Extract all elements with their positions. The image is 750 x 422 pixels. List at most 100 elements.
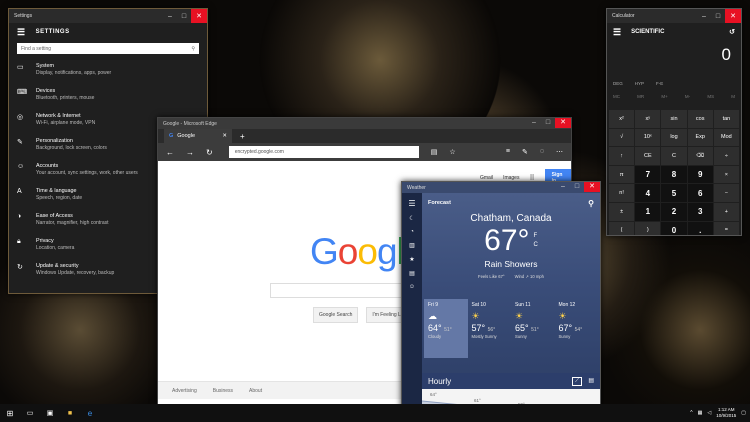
edge-titlebar[interactable]: Google - Microsoft Edge – □ ✕ <box>158 118 571 129</box>
back-icon[interactable]: ← <box>166 148 174 157</box>
search-icon[interactable]: ⚲ <box>588 199 594 208</box>
unit-c-toggle[interactable]: C <box>534 242 538 248</box>
settings-item-devices[interactable]: ⌨ Devices Bluetooth, printers, mouse <box>9 85 207 110</box>
chart-view-icon[interactable]: ⟋ <box>572 376 583 386</box>
deg-button[interactable]: DEG <box>613 81 623 91</box>
volume-icon[interactable]: ◁ <box>707 410 711 416</box>
hyp-button[interactable]: HYP <box>635 81 644 91</box>
close-button[interactable]: ✕ <box>584 182 600 192</box>
calc-key[interactable]: ÷ <box>713 147 739 165</box>
day-card[interactable]: Fri 9 ☁ 64° 51° Cloudy <box>424 299 468 358</box>
footer-about-link[interactable]: About <box>249 388 262 394</box>
day-card[interactable]: Mon 12 ☀ 67° 54° Sunny <box>555 299 599 358</box>
calc-key[interactable]: √ <box>609 128 635 147</box>
calc-key[interactable]: xʸ <box>635 110 661 128</box>
hamburger-icon[interactable]: ☰ <box>408 199 415 208</box>
network-icon[interactable]: ▦ <box>698 410 703 416</box>
list-view-icon[interactable]: ▤ <box>588 377 594 386</box>
day-card[interactable]: Sat 10 ☀ 57° 56° Mostly Sunny <box>468 299 512 358</box>
maximize-button[interactable]: □ <box>541 118 555 128</box>
maps-icon[interactable]: ◔ <box>410 229 414 235</box>
minimize-button[interactable]: – <box>556 182 570 192</box>
store-icon[interactable]: ▣ <box>40 404 60 422</box>
close-button[interactable]: ✕ <box>725 9 741 23</box>
calc-key[interactable]: ) <box>635 221 661 235</box>
settings-titlebar[interactable]: Settings – □ ✕ <box>9 9 207 23</box>
calc-key[interactable]: = <box>713 221 739 235</box>
maximize-button[interactable]: □ <box>711 9 725 23</box>
reading-view-icon[interactable]: ▤ <box>431 148 438 156</box>
start-button[interactable]: ⊞ <box>0 404 20 422</box>
mminus-button[interactable]: M- <box>685 94 690 104</box>
calc-key[interactable]: ( <box>609 221 635 235</box>
calc-key[interactable]: 0 <box>661 221 687 235</box>
calc-key[interactable]: tan <box>713 110 739 128</box>
calc-key[interactable]: 2 <box>661 202 687 221</box>
day-card[interactable]: Sun 11 ☀ 65° 51° Sunny <box>511 299 555 358</box>
mc-button[interactable]: MC <box>613 94 620 104</box>
minimize-button[interactable]: – <box>697 9 711 23</box>
calc-key[interactable]: Mod <box>713 128 739 147</box>
calc-key[interactable]: × <box>713 165 739 184</box>
refresh-icon[interactable]: ↻ <box>206 148 213 157</box>
close-button[interactable]: ✕ <box>191 9 207 23</box>
calc-key[interactable]: Exp <box>687 128 713 147</box>
weather-titlebar[interactable]: Weather – □ ✕ <box>402 182 600 193</box>
calc-key[interactable]: ⌫ <box>687 147 713 165</box>
calc-key[interactable]: n! <box>609 184 635 202</box>
history-icon[interactable]: ↺ <box>729 28 735 36</box>
calc-key[interactable]: 7 <box>635 165 661 184</box>
mlist-button[interactable]: M <box>731 94 735 104</box>
hub-icon[interactable]: ≡ <box>506 148 510 156</box>
new-tab-button[interactable]: + <box>240 132 245 141</box>
calc-key[interactable]: ↑ <box>609 147 635 165</box>
minimize-button[interactable]: – <box>527 118 541 128</box>
mplus-button[interactable]: M+ <box>661 94 667 104</box>
task-view-icon[interactable]: ▭ <box>20 404 40 422</box>
footer-business-link[interactable]: Business <box>213 388 233 394</box>
forward-icon[interactable]: → <box>186 148 194 157</box>
ms-button[interactable]: MS <box>707 94 714 104</box>
calc-key[interactable]: + <box>713 202 739 221</box>
feedback-icon[interactable]: ☺ <box>409 284 415 290</box>
calc-key[interactable]: CE <box>635 147 661 165</box>
calc-key[interactable]: − <box>713 184 739 202</box>
calc-key[interactable]: C <box>661 147 687 165</box>
address-bar[interactable]: encrypted.google.com <box>228 146 419 158</box>
web-note-icon[interactable]: ✎ <box>522 148 528 156</box>
places-icon[interactable]: ★ <box>409 256 414 263</box>
calc-key[interactable]: cos <box>687 110 713 128</box>
close-button[interactable]: ✕ <box>555 118 571 128</box>
historical-icon[interactable]: ▥ <box>409 242 415 249</box>
calc-key[interactable]: x² <box>609 110 635 128</box>
tray-chevron-icon[interactable]: ^ <box>690 410 692 416</box>
maximize-button[interactable]: □ <box>177 9 191 23</box>
minimize-button[interactable]: – <box>163 9 177 23</box>
calc-key[interactable]: 5 <box>661 184 687 202</box>
hamburger-icon[interactable]: ☰ <box>613 27 621 38</box>
unit-f-toggle[interactable]: F <box>534 233 538 239</box>
mr-button[interactable]: MR <box>637 94 644 104</box>
calc-key[interactable]: log <box>661 128 687 147</box>
notifications-icon[interactable]: ▢ <box>741 410 746 416</box>
calc-key[interactable]: ± <box>609 202 635 221</box>
fe-button[interactable]: F-E <box>656 81 663 91</box>
forecast-icon[interactable]: ☾ <box>409 215 414 222</box>
maximize-button[interactable]: □ <box>570 182 584 192</box>
calc-key[interactable]: . <box>687 221 713 235</box>
footer-advertising-link[interactable]: Advertising <box>172 388 197 394</box>
more-icon[interactable]: ⋯ <box>556 148 563 156</box>
google-search-button[interactable]: Google Search <box>313 307 359 323</box>
calculator-titlebar[interactable]: Calculator – □ ✕ <box>607 9 741 23</box>
calc-key[interactable]: sin <box>661 110 687 128</box>
calc-key[interactable]: π <box>609 165 635 184</box>
calc-key[interactable]: 1 <box>635 202 661 221</box>
edge-icon[interactable]: e <box>80 404 100 422</box>
favorite-star-icon[interactable]: ☆ <box>449 148 455 156</box>
file-explorer-icon[interactable]: ■ <box>60 404 80 422</box>
calc-key[interactable]: 10ˣ <box>635 128 661 147</box>
calc-key[interactable]: 3 <box>687 202 713 221</box>
share-icon[interactable]: ◌ <box>540 148 544 156</box>
settings-item-system[interactable]: ▭ System Display, notifications, apps, pow… <box>9 60 207 85</box>
calc-key[interactable]: 6 <box>687 184 713 202</box>
